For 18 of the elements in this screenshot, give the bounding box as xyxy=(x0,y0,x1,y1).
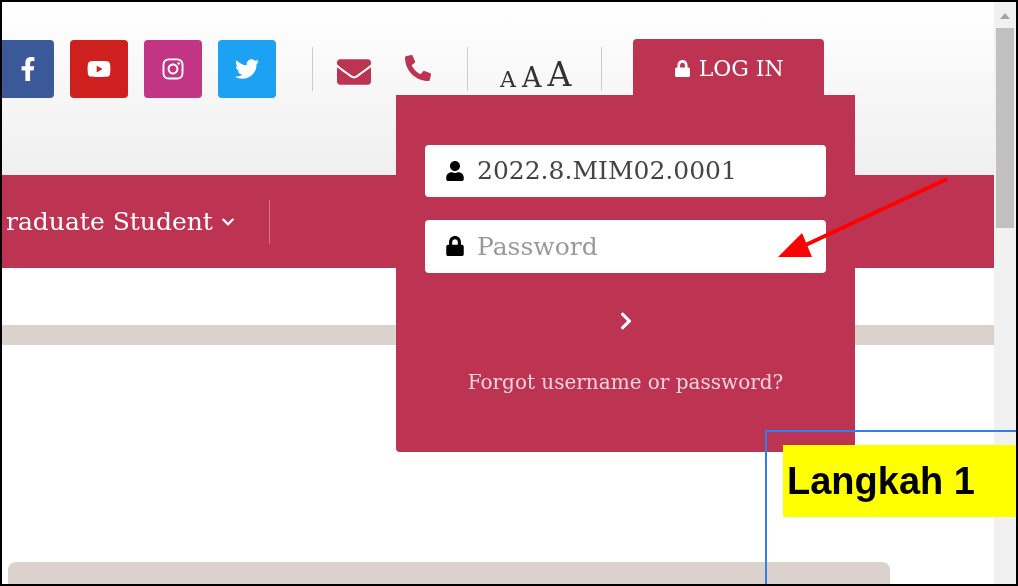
scrollbar-thumb[interactable] xyxy=(996,28,1014,228)
facebook-icon[interactable] xyxy=(2,40,54,98)
username-value: 2022.8.MIM02.0001 xyxy=(477,155,737,188)
user-icon xyxy=(445,161,465,181)
font-size-button[interactable]: A xyxy=(547,58,572,91)
password-field[interactable]: Password xyxy=(425,220,826,273)
nav-item[interactable]: raduate Student xyxy=(2,202,235,241)
login-tab[interactable]: LOG IN xyxy=(633,39,825,97)
twitter-icon[interactable] xyxy=(218,40,276,98)
step-label: Langkah 1 xyxy=(783,445,1016,517)
font-size-button[interactable]: A xyxy=(500,69,516,91)
forgot-password-link[interactable]: Forgot username or password? xyxy=(467,367,784,397)
font-size-button[interactable]: A xyxy=(521,64,542,91)
username-field[interactable]: 2022.8.MIM02.0001 xyxy=(425,145,826,197)
lock-icon xyxy=(445,236,465,256)
lock-icon xyxy=(673,59,691,77)
instagram-icon[interactable] xyxy=(144,40,202,98)
youtube-icon[interactable] xyxy=(70,40,128,98)
